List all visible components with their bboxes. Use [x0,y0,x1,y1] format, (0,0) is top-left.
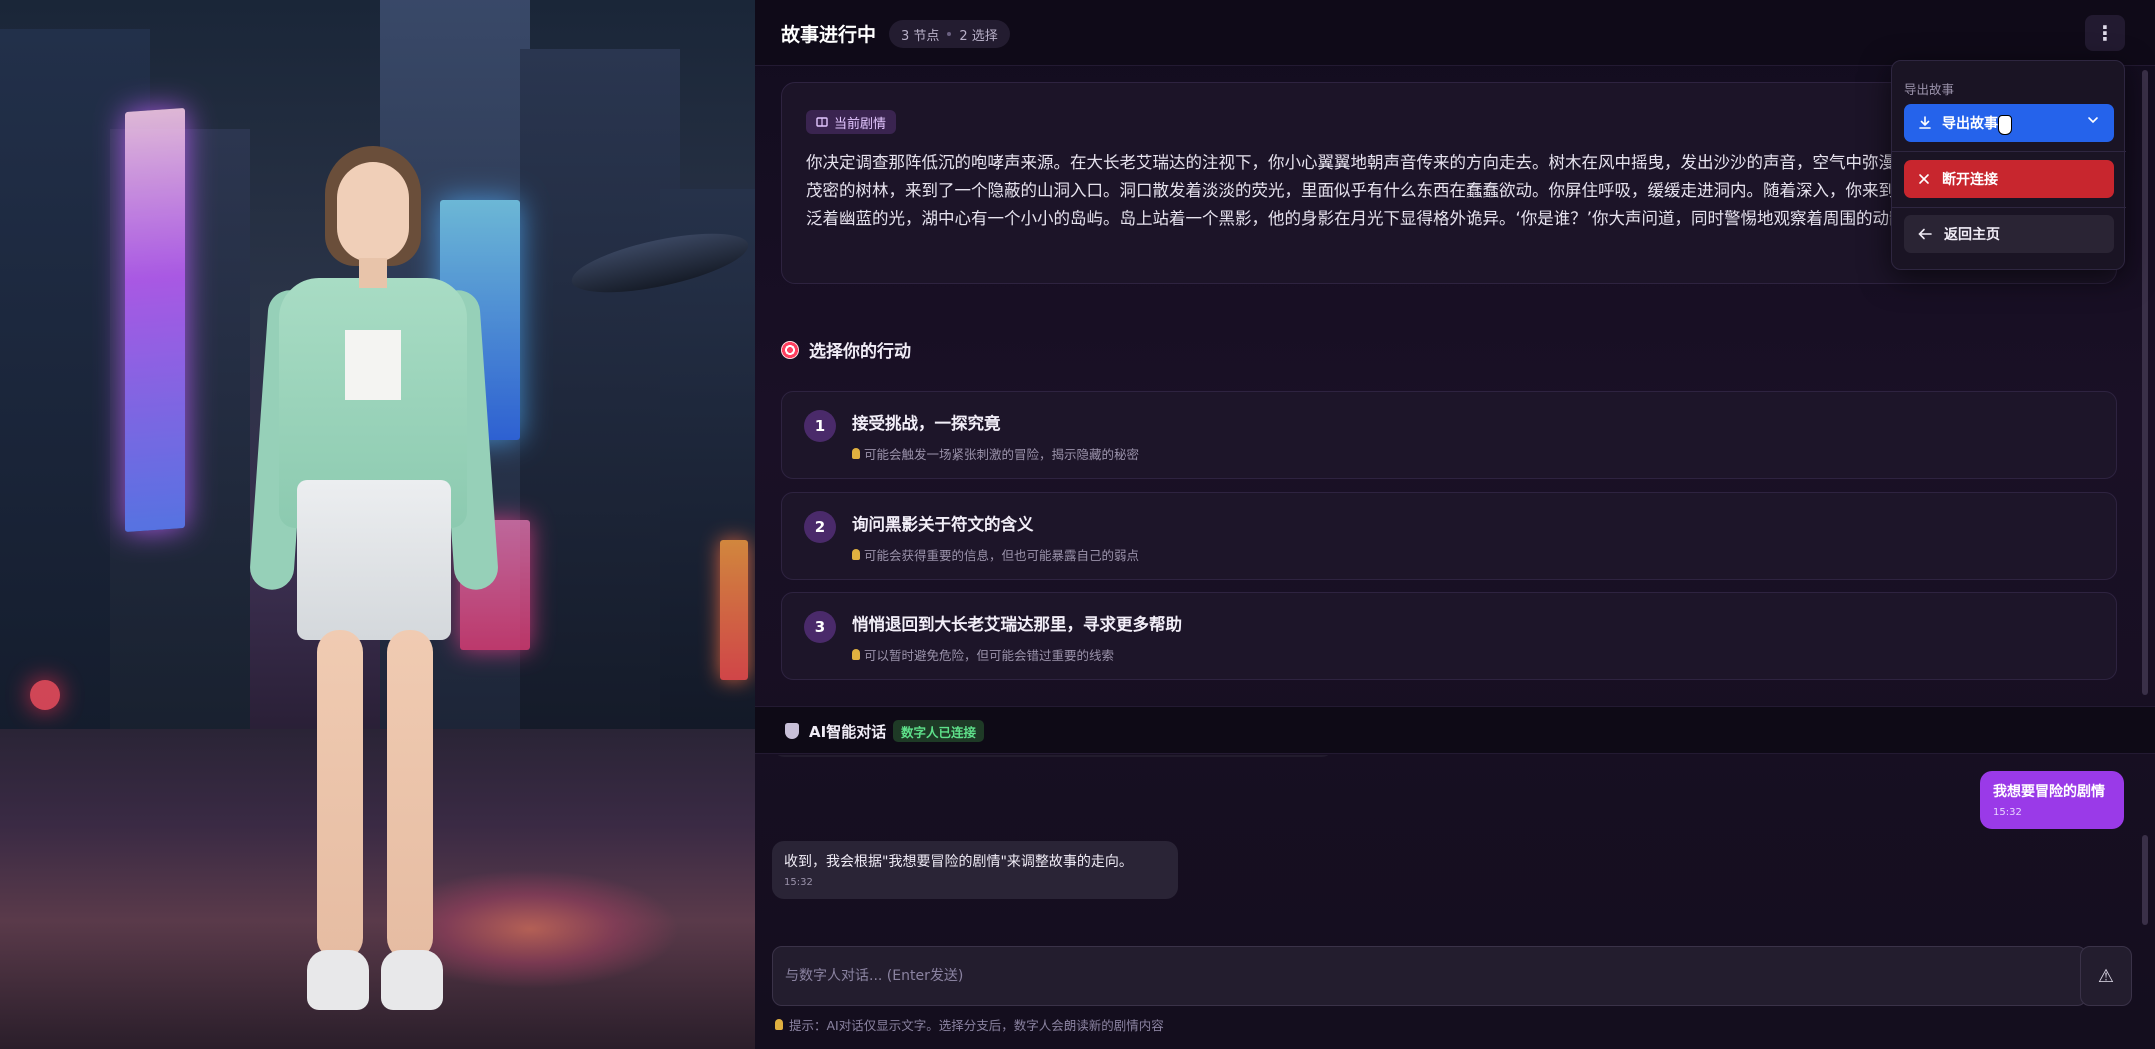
more-vertical-icon: ⋮ [2095,21,2115,45]
choice-hint-text: 可以暂时避免危险，但可能会错过重要的线索 [864,648,1115,663]
avatar-top [345,330,401,400]
choice-hint-text: 可能会触发一场紧张刺激的冒险，揭示隐藏的秘密 [864,447,1140,462]
avatar-neck [359,258,387,288]
chat-messages: 我想要冒险的剧情 15:32 收到，我会根据"我想要冒险的剧情"来调整故事的走向… [755,755,2155,930]
arrow-left-icon [1918,228,1932,240]
bot-message: 收到，我会根据"我想要冒险的剧情"来调整故事的走向。 15:32 [772,841,1178,899]
message-text: 我想要冒险的剧情 [1993,784,2105,800]
digital-human-avatar [248,140,500,1030]
previous-message [773,755,1333,757]
choice-number: 3 [804,611,836,643]
page-title: 故事进行中 [781,24,877,46]
avatar-shoe [381,950,443,1010]
avatar-shoe [307,950,369,1010]
choice-label: 悄悄退回到大长老艾瑞达那里，寻求更多帮助 [852,615,1182,634]
disconnect-label: 断开连接 [1942,172,1998,188]
book-icon [816,117,828,127]
choice-number: 2 [804,511,836,543]
lightbulb-icon [852,448,860,459]
robot-icon [785,723,799,739]
dropdown-heading: 导出故事 [1904,82,1955,97]
target-icon [781,340,799,359]
chat-input-wrapper [772,946,2087,1006]
back-home-button[interactable]: 返回主页 [1904,215,2114,253]
avatar-shorts [297,480,451,640]
app-root: 故事进行中 3 节点 2 选择 ⋮ 当前剧情 你决定调查那阵低沉的咆哮声来源。在… [0,0,2155,1049]
neon-light [30,680,60,710]
message-time: 15:32 [1993,807,2022,818]
choice-option-3[interactable]: 3 悄悄退回到大长老艾瑞达那里，寻求更多帮助 可以暂时避免危险，但可能会错过重要… [781,592,2117,680]
connection-status-badge: 数字人已连接 [893,720,985,742]
story-stats-badge: 3 节点 2 选择 [889,20,1010,48]
chevron-down-icon [2088,117,2098,124]
close-icon [1919,174,1929,184]
message-text: 收到，我会根据"我想要冒险的剧情"来调整故事的走向。 [784,854,1133,870]
chat-tip-text: 提示：AI对话仅显示文字。选择分支后，数字人会朗读新的剧情内容 [789,1018,1164,1033]
avatar-face [337,162,409,262]
back-home-label: 返回主页 [1944,227,2000,243]
export-dropdown-menu: 导出故事 导出故事 断开连接 返回主页 [1891,60,2126,270]
node-count: 3 节点 [901,28,940,44]
chat-input[interactable] [773,947,2086,1005]
lightbulb-icon [775,1019,783,1030]
download-icon [1919,116,1931,129]
separator-dot [947,32,952,36]
menu-divider [1892,151,2126,152]
story-scrollbar[interactable] [2142,70,2148,695]
lightbulb-icon [852,649,860,660]
message-time: 15:32 [784,877,813,888]
export-story-label: 导出故事 [1942,116,1998,132]
mouse-cursor [1998,115,2012,135]
send-button[interactable]: ⚠ [2080,946,2132,1006]
chat-title: AI智能对话 [809,723,887,741]
choice-label: 询问黑影关于符文的含义 [852,515,1034,534]
choice-number: 1 [804,410,836,442]
choices-heading: 选择你的行动 [781,337,911,362]
avatar-leg [387,630,433,960]
lightbulb-icon [852,549,860,560]
choice-option-1[interactable]: 1 接受挑战，一探究竟 可能会触发一场紧张刺激的冒险，揭示隐藏的秘密 [781,391,2117,479]
user-message: 我想要冒险的剧情 15:32 [1980,771,2124,829]
choice-hint: 可能会触发一场紧张刺激的冒险，揭示隐藏的秘密 [852,444,1139,463]
choice-label: 接受挑战，一探究竟 [852,414,1001,433]
chat-header: AI智能对话 数字人已连接 [755,706,2155,754]
background-building [520,49,680,749]
avatar-leg [317,630,363,960]
disconnect-button[interactable]: 断开连接 [1904,160,2114,198]
choices-title: 选择你的行动 [809,342,911,362]
choice-count: 2 选择 [959,28,998,44]
neon-billboard [125,107,185,533]
chat-scrollbar[interactable] [2142,835,2148,925]
choice-option-2[interactable]: 2 询问黑影关于符文的含义 可能会获得重要的信息，但也可能暴露自己的弱点 [781,492,2117,580]
choice-hint: 可以暂时避免危险，但可能会错过重要的线索 [852,645,1114,664]
send-icon: ⚠ [2097,965,2115,987]
choice-hint-text: 可能会获得重要的信息，但也可能暴露自己的弱点 [864,548,1140,563]
more-menu-button[interactable]: ⋮ [2085,15,2125,51]
current-story-badge: 当前剧情 [806,110,897,134]
current-story-label: 当前剧情 [834,116,887,132]
digital-human-viewport [0,0,755,1049]
top-bar: 故事进行中 3 节点 2 选择 ⋮ [755,0,2155,66]
chat-tip: 提示：AI对话仅显示文字。选择分支后，数字人会朗读新的剧情内容 [775,1015,1164,1034]
menu-divider [1892,207,2126,208]
neon-sign [720,540,748,680]
choice-hint: 可能会获得重要的信息，但也可能暴露自己的弱点 [852,545,1139,564]
